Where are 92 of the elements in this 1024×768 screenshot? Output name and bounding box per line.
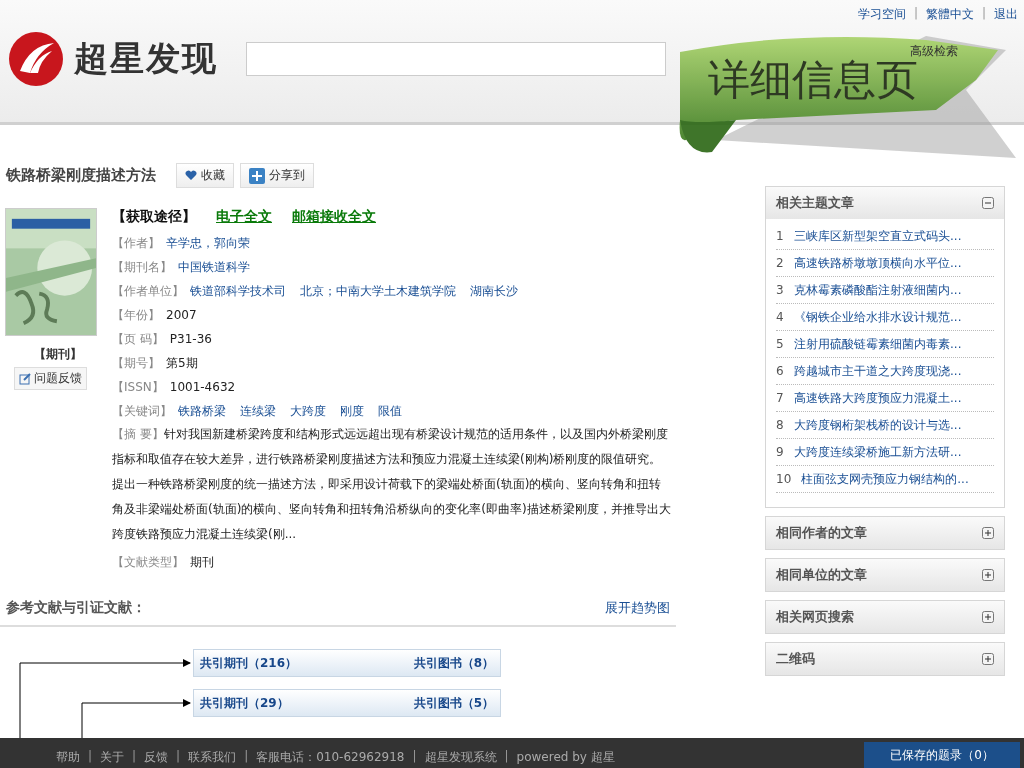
document-type-label: 【期刊】 [34,346,82,363]
field-value: 2007 [166,307,197,324]
access-label: 【获取途径】 [112,208,196,226]
article-link[interactable]: 跨越城市主干道之大跨度现浇... [794,362,962,380]
article-link[interactable]: 三峡库区新型架空直立式码头... [794,227,962,245]
item-number: 4 [776,310,784,324]
top-link[interactable]: 繁體中文 [925,6,974,23]
field-label: 【期刊名】 [112,259,172,276]
field-label: 【作者单位】 [112,283,184,300]
heart-icon [185,170,197,181]
field-link[interactable]: 辛学忠，郭向荣 [166,234,250,252]
field-value: 期刊 [190,554,214,571]
separator: | [981,6,986,22]
item-number: 8 [776,418,784,432]
logo-icon [8,31,64,87]
cited-books-link[interactable]: 共引图书（8） [413,654,494,672]
logo-text: 超星发现 [74,37,218,80]
field-label: 【ISSN】 [112,379,164,396]
footer-link[interactable]: 联系我们 [188,749,237,766]
field-link[interactable]: 铁路桥梁 [178,402,226,420]
collapse-icon[interactable] [982,197,994,209]
footer-link[interactable]: 反馈 [144,749,169,766]
section-title: 参考文献与引证文献： [6,599,146,617]
article-link[interactable]: 高速铁路桥墩墩顶横向水平位... [794,254,962,272]
item-number: 2 [776,256,784,270]
field-link[interactable]: 限值 [378,402,402,420]
footer-link[interactable]: 客服电话：010-62962918 [256,749,405,766]
field-label: 【关键词】 [112,403,172,420]
search-field[interactable] [246,42,666,76]
field-label: 【年份】 [112,307,160,324]
separator: | [176,749,181,765]
article-title: 铁路桥梁刚度描述方法 [6,166,156,185]
expand-icon[interactable] [982,611,994,623]
edit-icon [18,372,31,385]
field-label: 【页 码】 [112,331,164,348]
cited-journals-link[interactable]: 共引期刊（29） [200,694,289,712]
field-value: 1001-4632 [169,379,236,396]
article-link[interactable]: 柱面弦支网壳预应力钢结构的... [801,470,969,488]
field-link[interactable]: 北京；中南大学土木建筑学院 [300,282,456,300]
field-link[interactable]: 湖南长沙 [470,282,518,300]
top-link[interactable]: 退出 [994,6,1018,23]
item-number: 6 [776,364,784,378]
panel-title[interactable]: 二维码 [776,650,815,668]
footer-link[interactable]: powered by 超星 [516,749,615,766]
article-link[interactable]: 大跨度钢桁架栈桥的设计与选... [794,416,962,434]
item-number: 5 [776,337,784,351]
field-link[interactable]: 刚度 [340,402,364,420]
feedback-button[interactable]: 问题反馈 [13,367,87,390]
article-link[interactable]: 《钢铁企业给水排水设计规范... [794,308,962,326]
expand-icon[interactable] [982,527,994,539]
item-number: 7 [776,391,784,405]
panel-title[interactable]: 相关主题文章 [776,194,854,212]
article-link[interactable]: 高速铁路大跨度预应力混凝土... [794,389,962,407]
field-label: 【作者】 [112,235,160,252]
panel-title[interactable]: 相关网页搜索 [776,608,854,626]
field-link[interactable]: 大跨度 [290,402,326,420]
separator: | [88,749,93,765]
article-link[interactable]: 大跨度连续梁桥施工新方法研... [794,443,962,461]
separator: | [132,749,137,765]
field-link[interactable]: 连续梁 [240,402,276,420]
item-number: 1 [776,229,784,243]
expand-icon[interactable] [982,653,994,665]
field-label: 【期号】 [112,355,160,372]
field-value: 第5期 [166,355,198,372]
share-button[interactable]: 分享到 [240,163,314,188]
separator: | [412,749,417,765]
separator: | [913,6,918,22]
separator: | [504,749,509,765]
cited-journals-link[interactable]: 共引期刊（216） [200,654,298,672]
field-link[interactable]: 铁道部科学技术司 [190,282,286,300]
footer-link[interactable]: 帮助 [56,749,80,766]
separator: | [244,749,249,765]
abstract-text: 【摘 要】针对我国新建桥梁跨度和结构形式远远超出现有桥梁设计规范的适用条件，以及国内外桥梁刚度指标和取值存在较大差异，进行铁路桥梁刚度描述方法和预应力混凝土连续梁(刚构)桥刚度的限值研究。提出一种铁路桥梁刚度的统一描述方法，即采用设计荷载下的梁端处桥面(轨面)的横向、竖向转角和扭转角及非梁端处桥面(轨面)的横向、竖向转角和扭转角沿桥纵向的变化率(即曲率)描述桥梁刚度，并推导出大跨度铁路预应力混凝土连续梁(刚... [112,426,672,543]
article-link[interactable]: 克林霉素磷酸酯注射液细菌内... [794,281,962,299]
item-number: 9 [776,445,784,459]
footer-link[interactable]: 超星发现系统 [424,749,497,766]
field-label: 【文献类型】 [112,554,184,571]
item-number: 3 [776,283,784,297]
fulltext-link[interactable]: 电子全文 [216,208,272,226]
fulltext-link[interactable]: 邮箱接收全文 [292,208,376,226]
expand-icon[interactable] [982,569,994,581]
saved-records-button[interactable]: 已保存的题录（0） [864,742,1020,768]
cited-books-link[interactable]: 共引图书（5） [413,694,494,712]
field-value: P31-36 [169,331,212,348]
trend-chart-link[interactable]: 展开趋势图 [605,599,670,617]
plus-icon [249,167,265,184]
top-link[interactable]: 学习空间 [857,6,906,23]
field-link[interactable]: 中国铁道科学 [178,258,250,276]
footer-link[interactable]: 关于 [100,749,125,766]
item-number: 10 [776,472,792,486]
article-link[interactable]: 注射用硫酸链霉素细菌内毒素... [794,335,962,353]
favorite-button[interactable]: 收藏 [176,163,234,188]
